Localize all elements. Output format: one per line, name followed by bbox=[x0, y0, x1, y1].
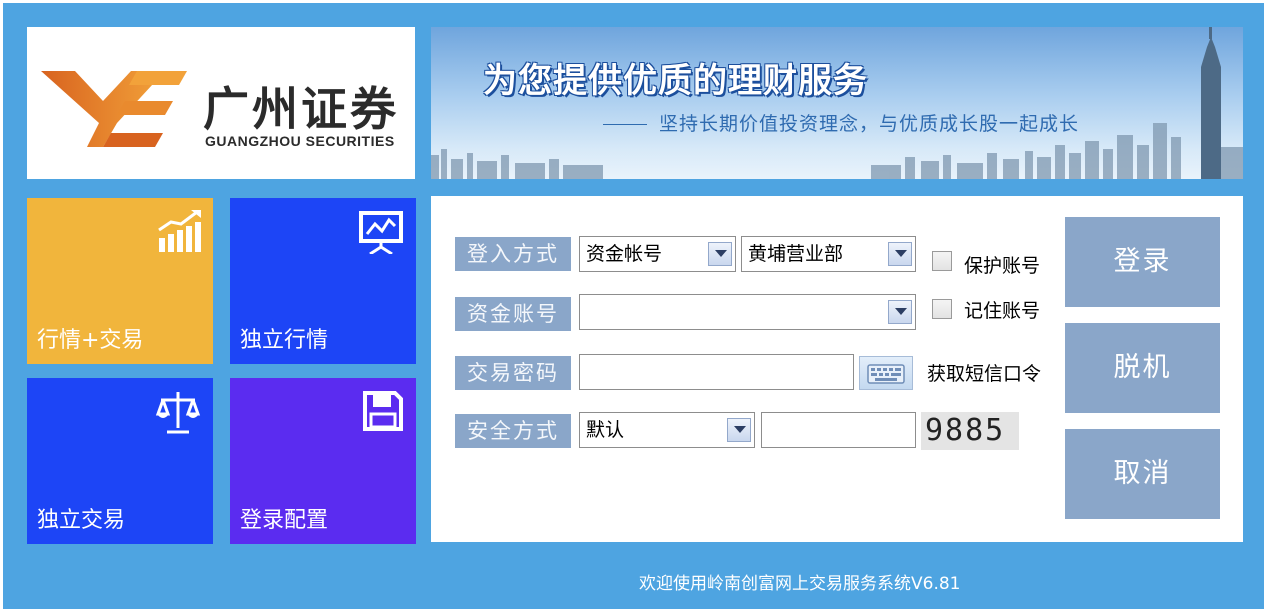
protect-account-checkbox[interactable] bbox=[932, 251, 952, 271]
bar-chart-icon bbox=[158, 210, 201, 252]
chevron-down-icon[interactable] bbox=[727, 418, 751, 442]
account-label: 资金账号 bbox=[455, 297, 571, 331]
keyboard-icon bbox=[867, 364, 905, 384]
tile-login-config[interactable]: 登录配置 bbox=[230, 378, 416, 544]
scales-icon bbox=[155, 392, 201, 434]
brand-logo: 广州证券 GUANGZHOU SECURITIES bbox=[27, 27, 415, 179]
login-panel: 登入方式 资金帐号 黄埔营业部 保护账号 资金账号 记住账号 交易密码 获取短信… bbox=[431, 196, 1243, 542]
chevron-down-icon[interactable] bbox=[888, 242, 912, 266]
security-method-value: 默认 bbox=[586, 419, 625, 441]
security-method-select[interactable]: 默认 bbox=[579, 412, 755, 448]
verification-code-input[interactable] bbox=[761, 412, 916, 448]
login-method-label: 登入方式 bbox=[455, 237, 571, 271]
branch-value: 黄埔营业部 bbox=[748, 243, 844, 265]
offline-button[interactable]: 脱机 bbox=[1065, 323, 1220, 413]
get-sms-code-link[interactable]: 获取短信口令 bbox=[927, 359, 1041, 386]
tile-label: 独立交易 bbox=[37, 508, 126, 533]
chevron-down-icon[interactable] bbox=[708, 242, 732, 266]
login-window: 广州证券 GUANGZHOU SECURITIES 为您提供优质的理财服务 坚持… bbox=[0, 0, 1267, 612]
tile-trade-only[interactable]: 独立交易 bbox=[27, 378, 213, 544]
remember-account-checkbox[interactable] bbox=[932, 299, 952, 319]
security-method-label: 安全方式 bbox=[455, 414, 571, 448]
floppy-disk-icon bbox=[363, 391, 403, 431]
cancel-button[interactable]: 取消 bbox=[1065, 429, 1220, 519]
brand-name-cn: 广州证券 bbox=[203, 82, 399, 136]
captcha-image[interactable]: 9885 bbox=[921, 412, 1019, 450]
soft-keyboard-button[interactable] bbox=[859, 356, 913, 390]
tile-label: 登录配置 bbox=[240, 508, 329, 533]
password-input[interactable] bbox=[579, 354, 854, 390]
presentation-chart-icon bbox=[359, 211, 403, 254]
remember-account-label: 记住账号 bbox=[964, 300, 1041, 322]
login-button[interactable]: 登录 bbox=[1065, 217, 1220, 307]
footer-welcome-text: 欢迎使用岭南创富网上交易服务系统V6.81 bbox=[639, 574, 961, 594]
protect-account-label: 保护账号 bbox=[964, 255, 1041, 277]
login-method-select[interactable]: 资金帐号 bbox=[579, 236, 736, 272]
tile-market-and-trade[interactable]: 行情+交易 bbox=[27, 198, 213, 364]
account-input[interactable] bbox=[579, 294, 916, 330]
city-skyline-image bbox=[431, 27, 1243, 179]
branch-select[interactable]: 黄埔营业部 bbox=[741, 236, 916, 272]
brand-name-en: GUANGZHOU SECURITIES bbox=[205, 133, 395, 149]
banner: 为您提供优质的理财服务 坚持长期价值投资理念，与优质成长股一起成长 bbox=[431, 27, 1243, 179]
tile-market-only[interactable]: 独立行情 bbox=[230, 198, 416, 364]
tile-label: 行情+交易 bbox=[37, 328, 144, 353]
tile-label: 独立行情 bbox=[240, 328, 329, 353]
password-label: 交易密码 bbox=[455, 356, 571, 390]
ye-logo-icon bbox=[41, 71, 187, 147]
chevron-down-icon[interactable] bbox=[888, 300, 912, 324]
login-method-value: 资金帐号 bbox=[586, 243, 663, 265]
